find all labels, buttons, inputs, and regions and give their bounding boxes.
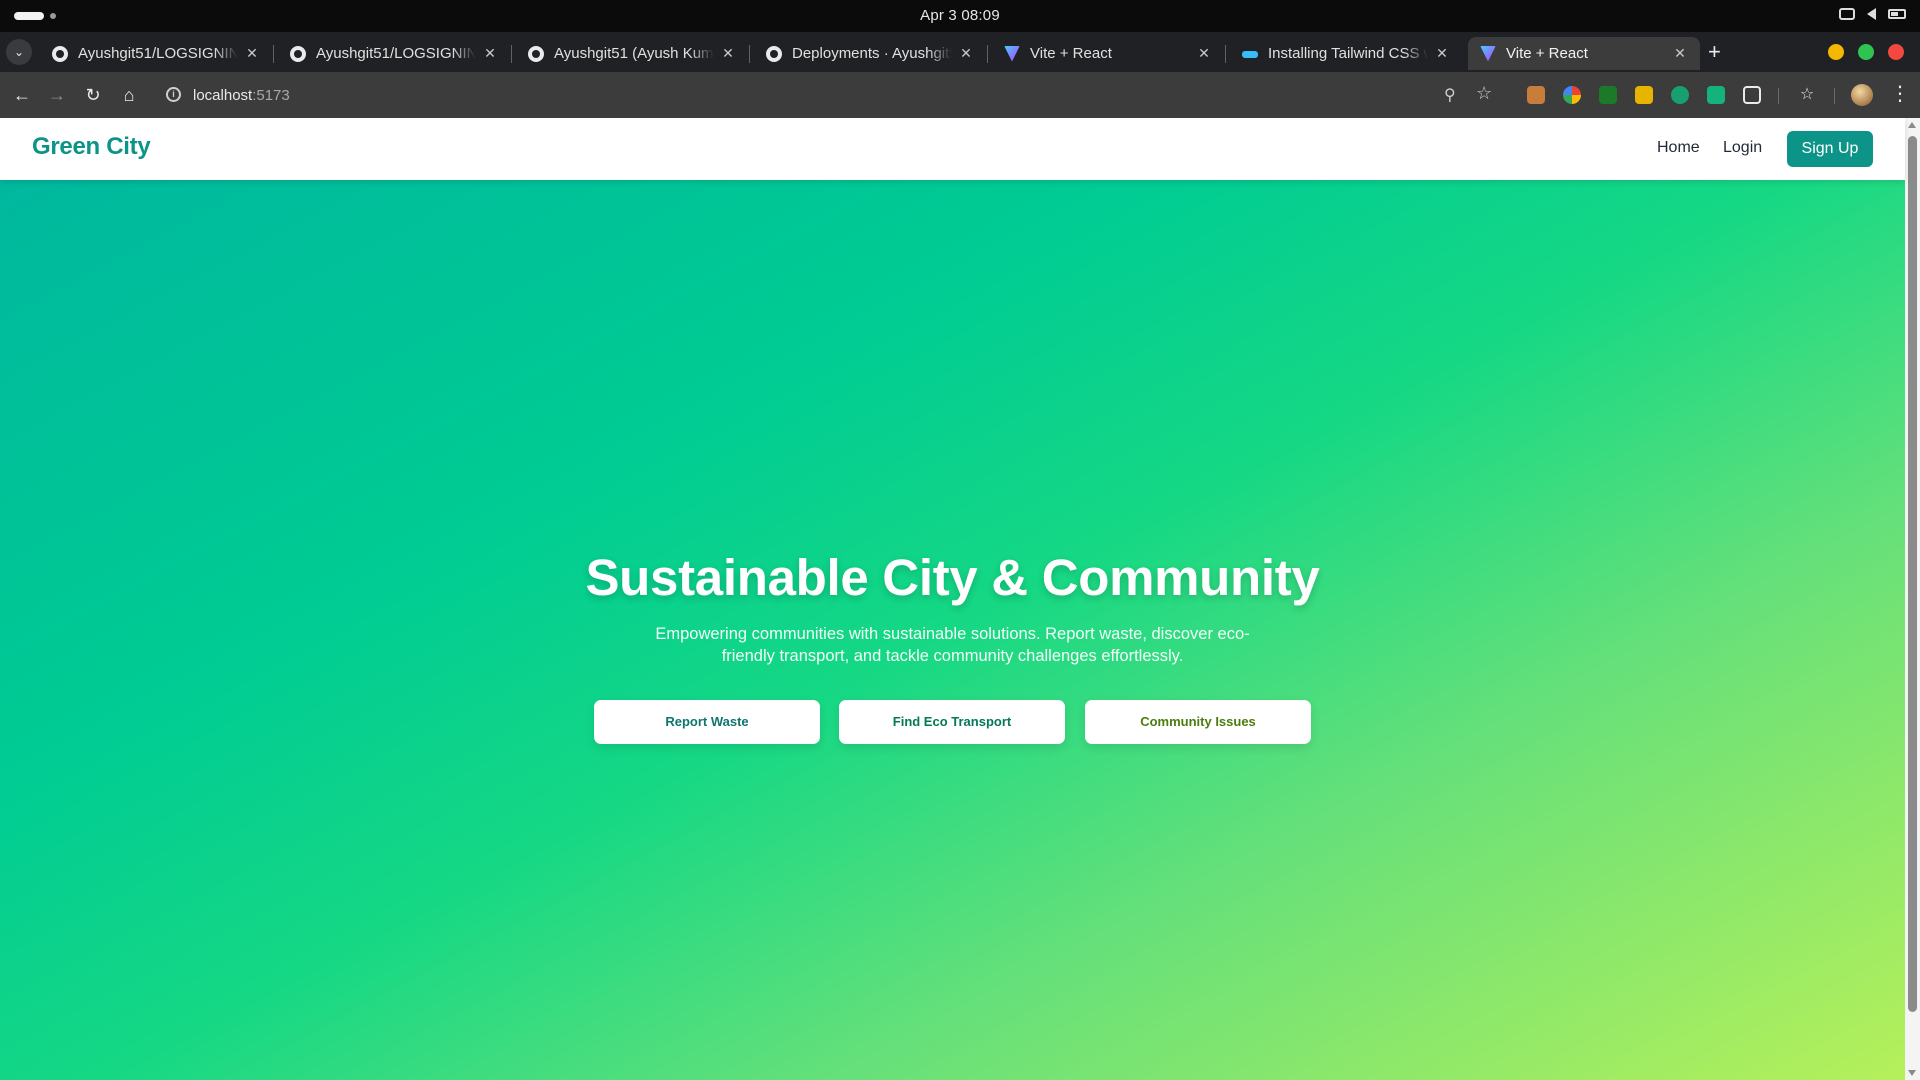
community-issues-button[interactable]: Community Issues <box>1085 700 1311 744</box>
find-eco-transport-button[interactable]: Find Eco Transport <box>839 700 1065 744</box>
tailwind-icon <box>1242 51 1258 58</box>
browser-toolbar: ← → ↻ ⌂ i localhost:5173 ⚲ ☆ ☆ ⋮ <box>0 72 1920 118</box>
back-button[interactable]: ← <box>10 83 34 107</box>
zoom-icon[interactable]: ⚲ <box>1444 85 1456 105</box>
system-top-bar: Apr 3 08:09 <box>0 0 1920 32</box>
browser-tab-active[interactable]: Vite + React ✕ <box>1468 37 1700 70</box>
tab-title: Deployments · Ayushgit5 <box>792 45 952 62</box>
browser-tab[interactable]: Deployments · Ayushgit5 ✕ <box>754 37 988 70</box>
extension-icon[interactable] <box>1527 86 1545 104</box>
browser-tab[interactable]: Ayushgit51 (Ayush Kuma ✕ <box>516 37 750 70</box>
github-icon <box>528 45 544 62</box>
github-icon <box>290 45 306 62</box>
extension-icon[interactable] <box>1707 86 1725 104</box>
close-icon[interactable]: ✕ <box>720 45 736 62</box>
minimize-button[interactable] <box>1828 44 1844 60</box>
close-icon[interactable]: ✕ <box>244 45 260 62</box>
nav-login-link[interactable]: Login <box>1723 139 1762 157</box>
profile-avatar[interactable] <box>1851 84 1873 106</box>
close-icon[interactable]: ✕ <box>1196 45 1212 62</box>
site-logo[interactable]: Green City <box>32 133 151 161</box>
vite-icon <box>1004 45 1020 62</box>
browser-tab[interactable]: Installing Tailwind CSS w ✕ <box>1230 37 1462 70</box>
extension-icon[interactable] <box>1563 86 1581 104</box>
scroll-down-arrow[interactable] <box>1908 1070 1916 1076</box>
page-scrollbar[interactable] <box>1905 118 1920 1080</box>
close-icon[interactable]: ✕ <box>1434 45 1450 62</box>
scrollbar-thumb[interactable] <box>1908 136 1917 1012</box>
site-navbar: Green City Home Login Sign Up <box>0 118 1905 180</box>
close-window-button[interactable] <box>1888 44 1904 60</box>
more-menu-icon[interactable]: ⋮ <box>1890 84 1910 104</box>
battery-icon <box>1888 9 1906 19</box>
home-button[interactable]: ⌂ <box>117 83 141 107</box>
tab-title: Vite + React <box>1030 45 1112 62</box>
tab-title: Vite + React <box>1506 45 1588 62</box>
vite-icon <box>1480 45 1496 62</box>
browser-tab[interactable]: Ayushgit51/LOGSIGNIN: ✕ <box>278 37 512 70</box>
hero-title: Sustainable City & Community <box>585 549 1320 606</box>
close-icon[interactable]: ✕ <box>1672 45 1688 62</box>
site-info-icon[interactable]: i <box>166 87 181 102</box>
hero-section: Sustainable City & Community Empowering … <box>0 180 1905 1080</box>
puzzle-icon[interactable] <box>1743 86 1761 104</box>
extension-icon[interactable] <box>1599 86 1617 104</box>
tab-title: Installing Tailwind CSS w <box>1268 45 1428 62</box>
reload-button[interactable]: ↻ <box>81 83 105 107</box>
nav-home-link[interactable]: Home <box>1657 139 1700 157</box>
github-icon <box>52 45 68 62</box>
tab-title: Ayushgit51/LOGSIGNIN: <box>78 45 238 62</box>
close-icon[interactable]: ✕ <box>482 45 498 62</box>
tab-title: Ayushgit51 (Ayush Kuma <box>554 45 714 62</box>
close-icon[interactable]: ✕ <box>958 45 974 62</box>
browser-tab-strip: ⌄ Ayushgit51/LOGSIGNIN: ✕ Ayushgit51/LOG… <box>0 32 1920 72</box>
new-tab-button[interactable]: + <box>1708 41 1721 63</box>
web-page-viewport: Green City Home Login Sign Up Sustainabl… <box>0 118 1920 1080</box>
maximize-button[interactable] <box>1858 44 1874 60</box>
system-tray[interactable] <box>1839 8 1906 20</box>
bookmarks-icon[interactable]: ☆ <box>1795 83 1819 107</box>
github-icon <box>766 45 782 62</box>
extension-icon[interactable] <box>1635 86 1653 104</box>
hero-subtitle: Empowering communities with sustainable … <box>655 625 1250 665</box>
tab-search-button[interactable]: ⌄ <box>6 39 32 65</box>
tab-title: Ayushgit51/LOGSIGNIN: <box>316 45 476 62</box>
scroll-up-arrow[interactable] <box>1908 122 1916 128</box>
browser-tab[interactable]: Ayushgit51/LOGSIGNIN: ✕ <box>40 37 274 70</box>
url-text[interactable]: localhost:5173 <box>193 87 290 104</box>
bookmark-star-icon[interactable]: ☆ <box>1476 83 1492 104</box>
forward-button[interactable]: → <box>45 83 69 107</box>
keyboard-icon <box>1839 8 1855 20</box>
browser-tab[interactable]: Vite + React ✕ <box>992 37 1226 70</box>
extension-icon[interactable] <box>1671 86 1689 104</box>
system-clock[interactable]: Apr 3 08:09 <box>0 7 1920 24</box>
signup-button[interactable]: Sign Up <box>1787 131 1873 167</box>
report-waste-button[interactable]: Report Waste <box>594 700 820 744</box>
address-bar[interactable]: i localhost:5173 ⚲ ☆ <box>154 78 1498 112</box>
volume-icon <box>1867 8 1876 20</box>
